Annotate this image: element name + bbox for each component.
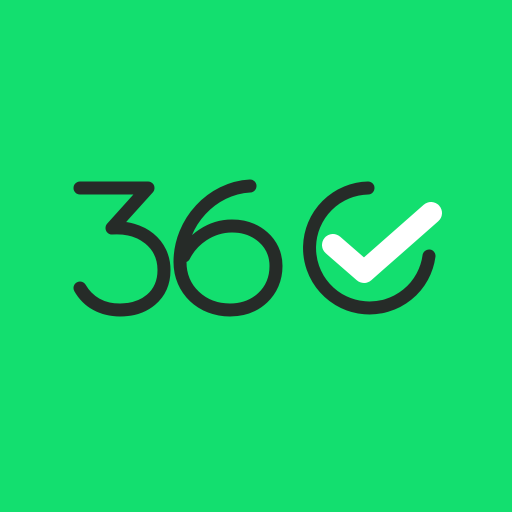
- app-icon: 360: [0, 0, 512, 512]
- logo-360-check: 360: [0, 0, 512, 512]
